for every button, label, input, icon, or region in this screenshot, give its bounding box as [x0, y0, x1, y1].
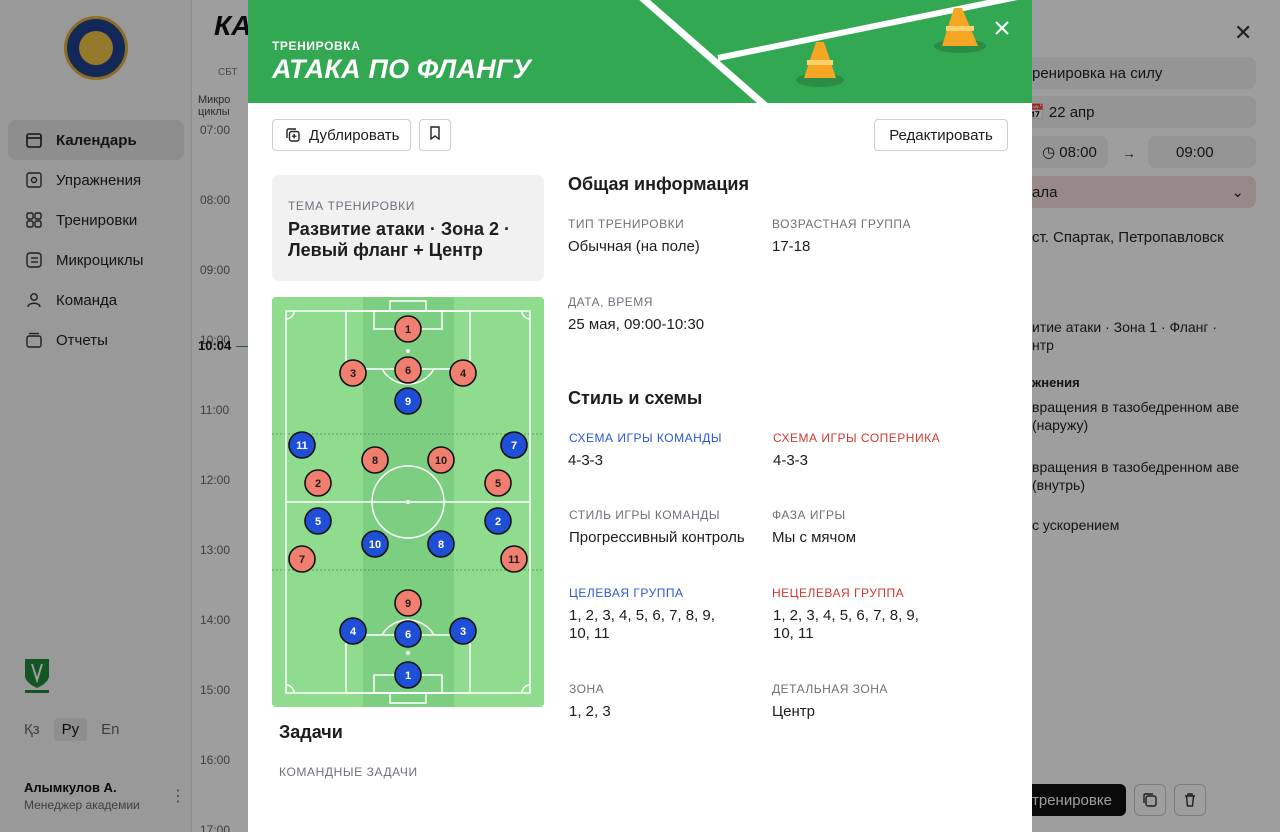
- close-icon[interactable]: [990, 16, 1014, 40]
- team-player-8[interactable]: 8: [427, 530, 455, 558]
- training-type-label: ТИП ТРЕНИРОВКИ: [568, 217, 685, 231]
- team-player-9[interactable]: 9: [394, 387, 422, 415]
- team-player-7[interactable]: 7: [500, 431, 528, 459]
- svg-text:5: 5: [495, 478, 501, 490]
- cone-icon: [796, 42, 844, 87]
- game-phase-label: ФАЗА ИГРЫ: [772, 508, 846, 522]
- modal-subtitle: ТРЕНИРОВКА: [272, 39, 361, 53]
- modal-title: АТАКА ПО ФЛАНГУ: [272, 54, 532, 84]
- field-lines-decoration: [639, 0, 1018, 103]
- team-player-5[interactable]: 5: [304, 507, 332, 535]
- svg-text:9: 9: [405, 598, 411, 610]
- opponent-scheme-label: СХЕМА ИГРЫ СОПЕРНИКА: [773, 431, 941, 445]
- svg-text:7: 7: [511, 440, 517, 452]
- opponent-player-2[interactable]: 2: [304, 469, 332, 497]
- training-modal: ТРЕНИРОВКА АТАКА ПО ФЛАНГУ Дублировать Р…: [248, 0, 1032, 832]
- team-player-2[interactable]: 2: [484, 507, 512, 535]
- target-group-value: 1, 2, 3, 4, 5, 6, 7, 8, 9, 10, 11: [569, 607, 715, 642]
- team-player-6[interactable]: 6: [394, 620, 422, 648]
- opponent-player-6[interactable]: 6: [394, 356, 422, 384]
- opponent-scheme-value: 4-3-3: [773, 452, 809, 469]
- tasks-title: Задачи: [279, 722, 343, 742]
- team-style-value: Прогрессивный контроль: [569, 529, 745, 546]
- team-style-label: СТИЛЬ ИГРЫ КОМАНДЫ: [569, 508, 720, 522]
- team-scheme-label: СХЕМА ИГРЫ КОМАНДЫ: [569, 431, 723, 445]
- svg-text:7: 7: [299, 554, 305, 566]
- svg-text:4: 4: [460, 368, 467, 380]
- svg-text:11: 11: [296, 440, 308, 452]
- svg-text:3: 3: [460, 626, 466, 638]
- zone-value: 1, 2, 3: [569, 703, 611, 720]
- datetime-label: ДАТА, ВРЕМЯ: [568, 295, 653, 309]
- training-type-value: Обычная (на поле): [568, 238, 700, 255]
- opponent-player-4[interactable]: 4: [449, 359, 477, 387]
- modal-banner: ТРЕНИРОВКА АТАКА ПО ФЛАНГУ: [248, 0, 1032, 103]
- duplicate-icon: [285, 127, 301, 143]
- team-scheme-value: 4-3-3: [568, 452, 604, 469]
- tasks-subtitle: КОМАНДНЫЕ ЗАДАЧИ: [279, 765, 418, 779]
- svg-text:6: 6: [405, 365, 411, 377]
- svg-text:10: 10: [369, 539, 381, 551]
- svg-text:2: 2: [315, 478, 321, 490]
- team-player-1[interactable]: 1: [394, 661, 422, 689]
- formation-pitch: 1 3 6 4 8 10 2 5 7 11 9 9 11 7 5 2 10 8 4 6 3 1: [272, 297, 544, 707]
- zone-label: ЗОНА: [569, 682, 605, 696]
- opponent-player-10[interactable]: 10: [427, 446, 455, 474]
- svg-text:2: 2: [495, 516, 501, 528]
- team-player-3[interactable]: 3: [449, 617, 477, 645]
- training-theme-card: ТЕМА ТРЕНИРОВКИ Развитие атаки · Зона 2 …: [272, 175, 544, 281]
- svg-text:1: 1: [405, 670, 411, 682]
- opponent-player-7[interactable]: 7: [288, 545, 316, 573]
- team-player-11[interactable]: 11: [288, 431, 316, 459]
- svg-text:8: 8: [438, 539, 444, 551]
- bookmark-button[interactable]: [419, 119, 451, 151]
- edit-button[interactable]: Редактировать: [874, 119, 1008, 151]
- age-group-value: 17-18: [772, 238, 811, 255]
- detail-zone-label: ДЕТАЛЬНАЯ ЗОНА: [772, 682, 888, 696]
- svg-text:9: 9: [405, 396, 411, 408]
- opponent-player-5[interactable]: 5: [484, 469, 512, 497]
- game-phase-value: Мы с мячом: [772, 529, 857, 546]
- theme-text: Развитие атаки · Зона 2 · Левый фланг + …: [288, 219, 511, 260]
- svg-text:1: 1: [405, 324, 411, 336]
- opponent-player-1[interactable]: 1: [394, 315, 422, 343]
- opponent-player-8[interactable]: 8: [361, 446, 389, 474]
- svg-text:6: 6: [405, 629, 411, 641]
- nontarget-group-value: 1, 2, 3, 4, 5, 6, 7, 8, 9, 10, 11: [773, 607, 919, 642]
- general-info-title: Общая информация: [568, 174, 749, 194]
- opponent-player-3[interactable]: 3: [339, 359, 367, 387]
- style-schemes-title: Стиль и схемы: [568, 388, 703, 408]
- team-player-4[interactable]: 4: [339, 617, 367, 645]
- duplicate-button[interactable]: Дублировать: [272, 119, 411, 151]
- duplicate-label: Дублировать: [309, 126, 400, 144]
- svg-text:11: 11: [508, 554, 520, 566]
- target-group-label: ЦЕЛЕВАЯ ГРУППА: [569, 586, 684, 600]
- svg-text:4: 4: [350, 626, 357, 638]
- svg-text:5: 5: [315, 516, 321, 528]
- age-group-label: ВОЗРАСТНАЯ ГРУППА: [772, 217, 912, 231]
- bookmark-icon: [429, 126, 441, 144]
- theme-label: ТЕМА ТРЕНИРОВКИ: [288, 199, 415, 213]
- team-player-10[interactable]: 10: [361, 530, 389, 558]
- svg-text:8: 8: [372, 455, 378, 467]
- opponent-player-11[interactable]: 11: [500, 545, 528, 573]
- datetime-value: 25 мая, 09:00-10:30: [568, 316, 705, 333]
- svg-text:10: 10: [435, 455, 447, 467]
- svg-text:3: 3: [350, 368, 356, 380]
- nontarget-group-label: НЕЦЕЛЕВАЯ ГРУППА: [772, 586, 905, 600]
- detail-zone-value: Центр: [772, 703, 815, 720]
- opponent-player-9[interactable]: 9: [394, 589, 422, 617]
